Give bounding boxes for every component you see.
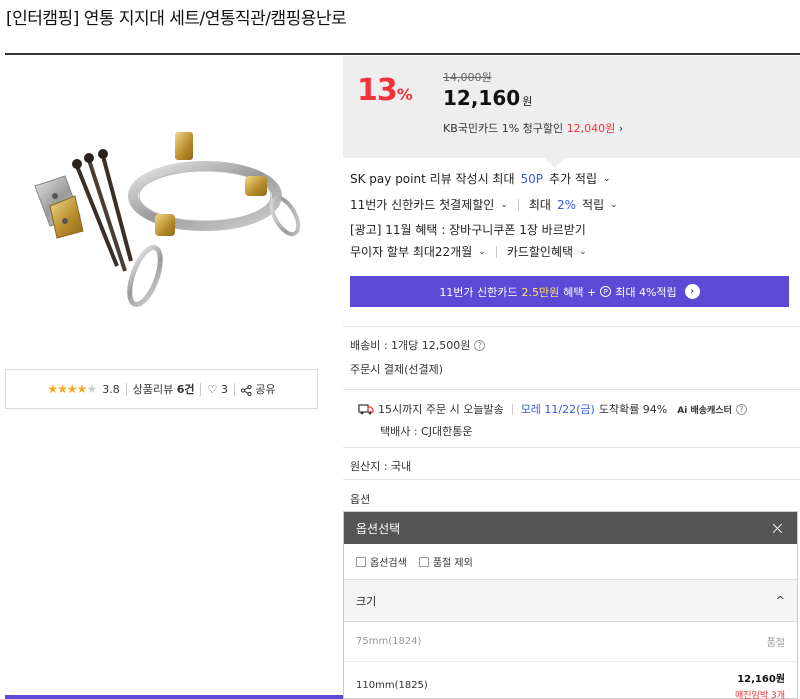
share-icon	[240, 384, 252, 396]
product-photo-illustration	[5, 56, 336, 361]
rating-value: 3.8	[102, 382, 120, 396]
installment-benefit[interactable]: 무이자 할부 최대22개월 ⌄ 카드할인혜택 ⌄	[350, 243, 587, 260]
review-bar: ★★★★★ 3.8 상품리뷰 6건 ♡ 3 공유	[5, 369, 318, 409]
divider	[343, 447, 800, 448]
price-box-notch	[545, 158, 565, 168]
discount-rate: 13%	[357, 73, 413, 108]
delivery-info: 15시까지 주문 시 오늘발송 모레 11/22(금) 도착확률 94% Ai 배…	[358, 401, 747, 417]
origin: 원산지 : 국내	[350, 460, 412, 473]
truck-icon	[358, 404, 374, 415]
option-panel-header: 옵션선택 ×	[344, 512, 797, 544]
product-title: [인터캠핑] 연통 지지대 세트/연통직관/캠핑용난로	[6, 9, 347, 29]
chevron-up-icon: ^	[775, 594, 785, 607]
bottom-accent-bar	[5, 695, 343, 699]
review-link[interactable]: 상품리뷰 6건	[133, 381, 195, 397]
divider	[343, 326, 800, 327]
option-panel: 옵션선택 × 옵션검색 품절 제외 크기 ^ 75mm(1824) 품절 110…	[343, 511, 798, 699]
heart-icon: ♡	[207, 382, 218, 396]
divider	[200, 382, 202, 396]
original-price: 14,000원	[443, 71, 492, 84]
divider	[511, 403, 513, 415]
divider	[125, 382, 127, 396]
share-button[interactable]: 공유	[240, 381, 276, 397]
go-arrow-icon: ›	[684, 284, 700, 299]
chevron-right-icon: ›	[618, 122, 624, 135]
shinhan-card-benefit[interactable]: 11번가 신한카드 첫결제할인 ⌄ 최대 2% 적립 ⌄	[350, 196, 618, 213]
rating-stars: ★★★★★	[47, 382, 97, 396]
title-divider	[5, 53, 800, 55]
help-icon[interactable]: ?	[735, 403, 747, 415]
chevron-down-icon: ⌄	[610, 199, 618, 210]
option-group-size[interactable]: 크기 ^	[344, 580, 797, 622]
close-icon[interactable]: ×	[770, 518, 785, 539]
option-item[interactable]: 110mm(1825) 12,160원 매진임박 3개	[344, 662, 797, 699]
divider	[495, 245, 497, 258]
chevron-down-icon: ⌄	[500, 199, 508, 210]
chevron-down-icon: ⌄	[478, 246, 486, 257]
point-icon: P	[600, 286, 612, 297]
courier: 택배사 : CJ대한통운	[380, 425, 473, 438]
option-search-checkbox[interactable]: 옵션검색	[356, 554, 407, 569]
sale-price: 12,160 원	[443, 86, 533, 110]
ai-caster-badge[interactable]: Ai 배송캐스터	[677, 403, 732, 416]
sk-pay-benefit[interactable]: SK pay point 리뷰 작성시 최대 50P 추가 적립 ⌄	[350, 170, 611, 187]
chevron-down-icon: ⌄	[603, 173, 611, 184]
price-box: 13% 14,000원 12,160 원 KB국민카드 1% 청구할인 12,04…	[343, 56, 800, 158]
divider	[517, 198, 519, 211]
option-label: 옵션	[350, 493, 371, 506]
card-discount-link[interactable]: KB국민카드 1% 청구할인 12,040원 ›	[443, 120, 623, 136]
payment-type: 주문시 결제(선결제)	[350, 363, 444, 376]
help-icon[interactable]: ?	[474, 339, 486, 351]
chevron-down-icon: ⌄	[579, 246, 587, 257]
option-item: 75mm(1824) 품절	[344, 622, 797, 662]
product-image[interactable]	[5, 56, 336, 361]
shinhan-card-banner[interactable]: 11번가 신한카드 2.5만원 혜택 + P 최대 4%적립 ›	[350, 276, 789, 307]
option-filters: 옵션검색 품절 제외	[344, 544, 797, 580]
divider	[343, 389, 800, 390]
shipping-fee: 배송비 : 1개당 12,500원?	[350, 337, 486, 353]
like-button[interactable]: ♡ 3	[207, 383, 227, 396]
divider	[343, 479, 800, 480]
exclude-soldout-checkbox[interactable]: 품절 제외	[418, 554, 473, 569]
divider	[233, 382, 235, 396]
ad-coupon-benefit[interactable]: [광고] 11월 혜택 : 장바구니쿠폰 1장 바르받기	[350, 221, 586, 238]
